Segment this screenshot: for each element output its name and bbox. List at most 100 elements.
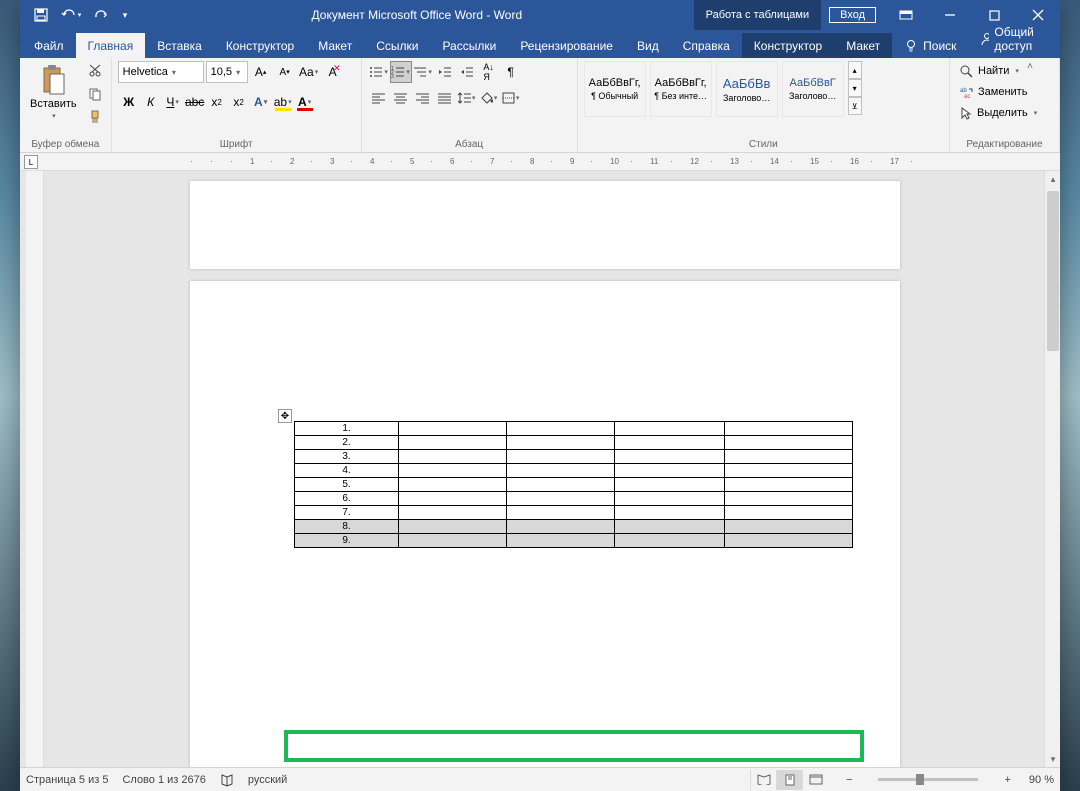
clear-formatting-button[interactable]: A✕ (322, 61, 344, 83)
tab-table-layout[interactable]: Макет (834, 33, 892, 58)
sign-in-button[interactable]: Вход (829, 7, 876, 23)
bold-button[interactable]: Ж (118, 91, 140, 113)
sort-button[interactable]: A↓Я (478, 61, 500, 83)
minimize-button[interactable] (928, 0, 972, 30)
table-row[interactable]: 5. (295, 478, 853, 492)
tab-selector[interactable]: L (24, 155, 38, 169)
style-normal[interactable]: АаБбВвГг,¶ Обычный (584, 61, 646, 117)
table-row[interactable]: 7. (295, 506, 853, 520)
tab-view[interactable]: Вид (625, 33, 671, 58)
shading-button[interactable]: ▾ (478, 87, 500, 109)
numbering-button[interactable]: 123▾ (390, 61, 412, 83)
status-page[interactable]: Страница 5 из 5 (26, 774, 108, 786)
share-button[interactable]: Общий доступ (968, 19, 1058, 58)
underline-button[interactable]: Ч▾ (162, 91, 184, 113)
justify-button[interactable] (434, 87, 456, 109)
zoom-level[interactable]: 90 % (1029, 774, 1054, 786)
style-no-spacing[interactable]: АаБбВвГг,¶ Без инте… (650, 61, 712, 117)
tab-design[interactable]: Конструктор (214, 33, 306, 58)
line-spacing-button[interactable]: ▾ (456, 87, 478, 109)
replace-button[interactable]: abacЗаменить (956, 82, 1053, 102)
style-heading2[interactable]: АаБбВвГЗаголово… (782, 61, 844, 117)
tab-review[interactable]: Рецензирование (508, 33, 625, 58)
scroll-down-button[interactable]: ▾ (1045, 751, 1060, 767)
borders-button[interactable]: ▾ (500, 87, 522, 109)
vertical-scrollbar[interactable]: ▴ ▾ (1044, 171, 1060, 767)
view-read-mode[interactable] (750, 770, 776, 790)
ribbon: Вставить ▾ Буфер обмена Helvetica▾ 10,5▾… (20, 58, 1060, 153)
tab-mailings[interactable]: Рассылки (430, 33, 508, 58)
strikethrough-button[interactable]: abc (184, 91, 206, 113)
view-print-layout[interactable] (776, 770, 802, 790)
app-window: ▾ ▾ Документ Microsoft Office Word - Wor… (20, 0, 1060, 791)
vertical-ruler[interactable] (26, 171, 44, 767)
align-right-button[interactable] (412, 87, 434, 109)
align-center-button[interactable] (390, 87, 412, 109)
select-button[interactable]: Выделить▾ (956, 103, 1053, 123)
horizontal-ruler[interactable]: ···1·2·3·4·5·6·7·8·9·10·11·12·13·14·15·1… (50, 154, 1060, 170)
scroll-up-button[interactable]: ▴ (1045, 171, 1060, 187)
table-row[interactable]: 1. (295, 422, 853, 436)
text-effects-button[interactable]: A▾ (250, 91, 272, 113)
tell-me-search[interactable]: Поиск (892, 33, 968, 58)
bullets-button[interactable]: ▾ (368, 61, 390, 83)
status-words[interactable]: Слово 1 из 2676 (122, 774, 205, 786)
redo-button[interactable] (88, 2, 114, 28)
zoom-out-button[interactable]: − (842, 774, 856, 786)
copy-button[interactable] (85, 84, 105, 104)
format-painter-button[interactable] (85, 107, 105, 127)
table-row[interactable]: 3. (295, 450, 853, 464)
styles-row-down[interactable]: ▾ (848, 79, 862, 97)
decrease-indent-button[interactable] (434, 61, 456, 83)
collapse-ribbon-button[interactable]: ˄ (1020, 58, 1040, 74)
style-heading1[interactable]: АаБбВвЗаголово… (716, 61, 778, 117)
tab-references[interactable]: Ссылки (364, 33, 430, 58)
tab-layout[interactable]: Макет (306, 33, 364, 58)
undo-button[interactable]: ▾ (58, 2, 84, 28)
table-row[interactable]: 2. (295, 436, 853, 450)
cut-button[interactable] (85, 61, 105, 81)
font-size-combo[interactable]: 10,5▾ (206, 61, 248, 83)
document-table[interactable]: 1.2.3.4.5.6.7.8.9. (294, 421, 853, 548)
change-case-button[interactable]: Aa▾ (298, 61, 320, 83)
shrink-font-button[interactable]: A▾ (274, 61, 296, 83)
qat-customize-button[interactable]: ▾ (118, 2, 132, 28)
page-prev-bottom[interactable] (190, 181, 900, 269)
superscript-button[interactable]: x2 (228, 91, 250, 113)
person-icon (980, 32, 989, 46)
italic-button[interactable]: К (140, 91, 162, 113)
show-hide-button[interactable]: ¶ (500, 61, 522, 83)
tab-file[interactable]: Файл (22, 33, 76, 58)
styles-expand[interactable]: ⊻ (848, 97, 862, 115)
zoom-slider[interactable] (878, 778, 978, 781)
styles-row-up[interactable]: ▴ (848, 61, 862, 79)
paste-button[interactable]: Вставить ▾ (26, 61, 81, 123)
table-row[interactable]: 9. (295, 534, 853, 548)
tab-table-design[interactable]: Конструктор (742, 33, 834, 58)
titlebar: ▾ ▾ Документ Microsoft Office Word - Wor… (20, 0, 1060, 30)
status-proofing[interactable] (220, 773, 234, 787)
group-label-font: Шрифт (118, 137, 355, 152)
tab-insert[interactable]: Вставка (145, 33, 214, 58)
tab-home[interactable]: Главная (76, 33, 146, 58)
font-name-combo[interactable]: Helvetica▾ (118, 61, 204, 83)
grow-font-button[interactable]: A▴ (250, 61, 272, 83)
ribbon-display-options[interactable] (884, 0, 928, 30)
zoom-slider-thumb[interactable] (916, 774, 924, 785)
view-web-layout[interactable] (802, 770, 828, 790)
scroll-thumb[interactable] (1047, 191, 1059, 351)
save-button[interactable] (28, 2, 54, 28)
increase-indent-button[interactable] (456, 61, 478, 83)
table-row[interactable]: 8. (295, 520, 853, 534)
table-row[interactable]: 4. (295, 464, 853, 478)
font-color-button[interactable]: A▾ (294, 91, 316, 113)
status-language[interactable]: русский (248, 774, 287, 786)
table-move-handle[interactable]: ✥ (278, 409, 292, 423)
table-row[interactable]: 6. (295, 492, 853, 506)
subscript-button[interactable]: x2 (206, 91, 228, 113)
highlight-button[interactable]: ab▾ (272, 91, 294, 113)
zoom-in-button[interactable]: + (1000, 774, 1014, 786)
tab-help[interactable]: Справка (671, 33, 742, 58)
multilevel-list-button[interactable]: ▾ (412, 61, 434, 83)
align-left-button[interactable] (368, 87, 390, 109)
